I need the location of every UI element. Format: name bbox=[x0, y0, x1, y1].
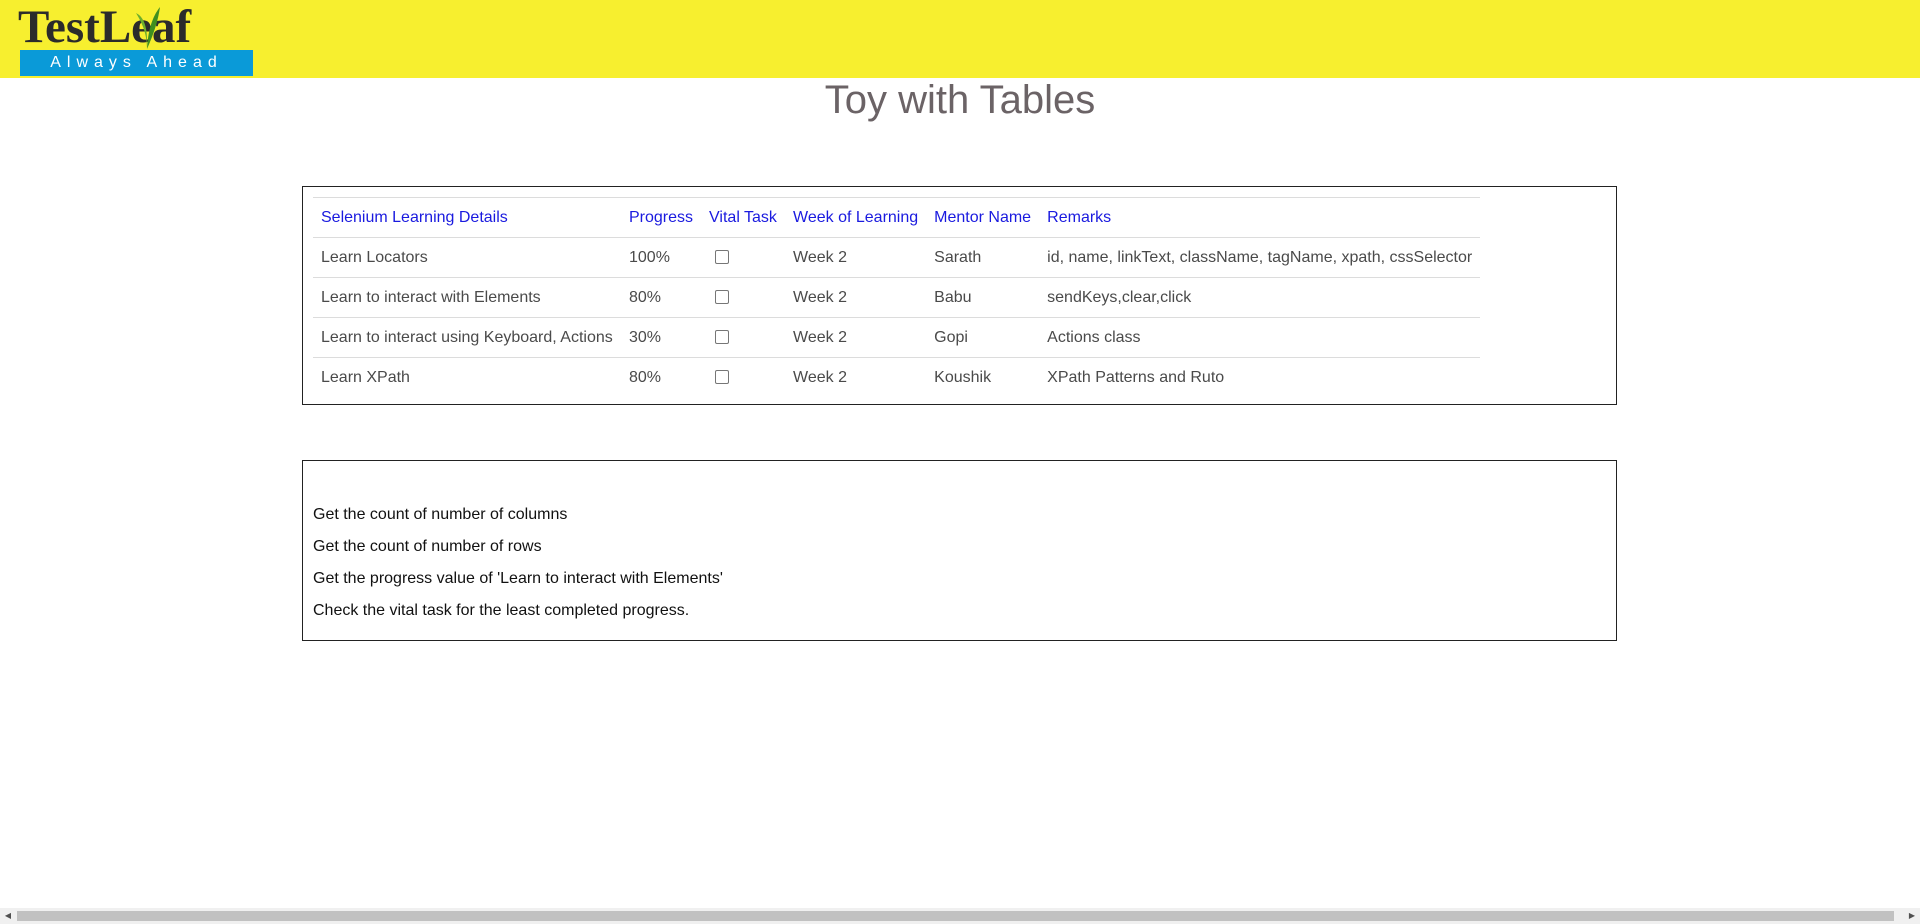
vital-task-cell bbox=[701, 277, 786, 318]
vital-task-checkbox[interactable] bbox=[715, 250, 730, 265]
progress-cell: 30% bbox=[621, 317, 702, 358]
vital-task-checkbox[interactable] bbox=[715, 330, 730, 345]
task-item: Check the vital task for the least compl… bbox=[313, 602, 690, 619]
column-header: Week of Learning bbox=[785, 197, 927, 238]
task-list: Get the count of number of columns Get t… bbox=[313, 499, 723, 627]
details-cell: Learn Locators bbox=[313, 237, 621, 278]
table-row: Learn to interact using Keyboard, Action… bbox=[313, 317, 1481, 358]
vital-task-cell bbox=[701, 357, 786, 397]
mentor-cell: Babu bbox=[926, 277, 1040, 318]
horizontal-scrollbar[interactable]: ◀ ▶ bbox=[0, 908, 1920, 924]
mentor-cell: Koushik bbox=[926, 357, 1040, 397]
vital-task-checkbox[interactable] bbox=[715, 370, 730, 385]
page-title: Toy with Tables bbox=[824, 78, 1096, 122]
table-row: Learn XPath 80% Week 2 Koushik XPath Pat… bbox=[313, 357, 1481, 397]
column-header: Progress bbox=[621, 197, 702, 238]
task-item: Get the progress value of 'Learn to inte… bbox=[313, 570, 723, 587]
task-item: Get the count of number of columns bbox=[313, 506, 568, 523]
mentor-cell: Gopi bbox=[926, 317, 1040, 358]
scroll-left-arrow-icon[interactable]: ◀ bbox=[0, 908, 16, 924]
week-cell: Week 2 bbox=[785, 237, 927, 278]
column-header: Mentor Name bbox=[926, 197, 1040, 238]
testleaf-logo[interactable]: TestLeaf Always Ahead bbox=[18, 3, 253, 76]
progress-cell: 80% bbox=[621, 357, 702, 397]
vital-task-cell bbox=[701, 317, 786, 358]
table-row: Learn to interact with Elements 80% Week… bbox=[313, 277, 1481, 318]
learning-table: Selenium Learning Details Progress Vital… bbox=[313, 197, 1481, 397]
column-header: Vital Task bbox=[701, 197, 786, 238]
task-item: Get the count of number of rows bbox=[313, 538, 542, 555]
site-header: TestLeaf Always Ahead bbox=[0, 0, 1920, 78]
mentor-cell: Sarath bbox=[926, 237, 1040, 278]
vital-task-checkbox[interactable] bbox=[715, 290, 730, 305]
task-instructions-container: Get the count of number of columns Get t… bbox=[302, 460, 1617, 641]
learning-table-container: Selenium Learning Details Progress Vital… bbox=[302, 186, 1617, 405]
week-cell: Week 2 bbox=[785, 357, 927, 397]
details-cell: Learn to interact using Keyboard, Action… bbox=[313, 317, 621, 358]
remarks-cell: id, name, linkText, className, tagName, … bbox=[1039, 237, 1481, 278]
remarks-cell: XPath Patterns and Ruto bbox=[1039, 357, 1481, 397]
column-header: Selenium Learning Details bbox=[313, 197, 621, 238]
progress-cell: 100% bbox=[621, 237, 702, 278]
week-cell: Week 2 bbox=[785, 277, 927, 318]
table-row: Learn Locators 100% Week 2 Sarath id, na… bbox=[313, 237, 1481, 278]
details-cell: Learn XPath bbox=[313, 357, 621, 397]
logo-tagline: Always Ahead bbox=[20, 50, 253, 76]
progress-cell: 80% bbox=[621, 277, 702, 318]
scroll-right-arrow-icon[interactable]: ▶ bbox=[1904, 908, 1920, 924]
vital-task-cell bbox=[701, 237, 786, 278]
leaf-icon bbox=[136, 7, 160, 49]
table-header-row: Selenium Learning Details Progress Vital… bbox=[313, 197, 1481, 238]
scrollbar-thumb[interactable] bbox=[17, 911, 1894, 921]
details-cell: Learn to interact with Elements bbox=[313, 277, 621, 318]
column-header: Remarks bbox=[1039, 197, 1481, 238]
week-cell: Week 2 bbox=[785, 317, 927, 358]
remarks-cell: sendKeys,clear,click bbox=[1039, 277, 1481, 318]
remarks-cell: Actions class bbox=[1039, 317, 1481, 358]
